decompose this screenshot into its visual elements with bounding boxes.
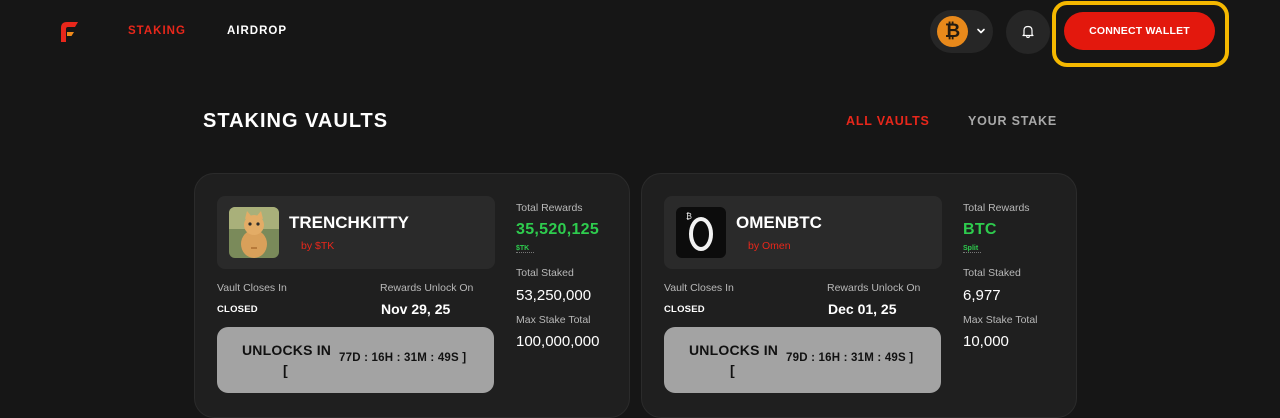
token-header: ₿ OMENBTC by Omen [664,196,942,269]
vault-status: CLOSED [664,304,705,315]
svg-text:₿: ₿ [686,212,692,221]
reward-unit: $TK [516,245,530,252]
bitcoin-icon: ₿ [937,16,968,47]
nav-airdrop-link[interactable]: AIRDROP [227,25,287,37]
max-stake-label: Max Stake Total [963,314,1038,326]
connect-wallet-button[interactable]: CONNECT WALLET [1064,12,1215,50]
total-staked-label: Total Staked [963,267,1021,279]
trenchkitty-avatar [229,207,279,258]
total-rewards-value: BTC [963,221,997,238]
rewards-unlock-date: Dec 01, 25 [828,301,897,317]
unlock-countdown: UNLOCKS IN [ 77D : 16H : 31M : 49S ] [217,327,494,393]
total-staked-label: Total Staked [516,267,574,279]
vault-closes-label: Vault Closes In [664,282,734,294]
max-stake-value: 100,000,000 [516,333,600,350]
chevron-down-icon [977,28,985,34]
unlock-bracket: [ [730,362,735,378]
total-staked-value: 6,977 [963,287,1001,304]
total-rewards-value: 35,520,125 [516,221,600,238]
divider [516,252,534,253]
bell-icon [1022,25,1034,39]
brand-logo[interactable] [58,19,80,43]
page-title: STAKING VAULTS [203,110,389,132]
vault-name: TRENCHKITTY [289,213,409,232]
vault-creator[interactable]: by $TK [301,240,334,252]
vault-creator[interactable]: by Omen [748,240,791,252]
unlock-timer: 79D : 16H : 31M : 49S ] [786,352,914,364]
vault-card-trenchkitty[interactable]: TRENCHKITTY by $TK Vault Closes In CLOSE… [194,173,630,418]
omenbtc-avatar: ₿ [676,207,726,258]
vault-name: OMENBTC [736,213,822,232]
bitcoin-symbol: ₿ [944,21,961,42]
unlock-title: UNLOCKS IN [242,342,332,358]
chain-selector[interactable]: ₿ [930,10,993,53]
max-stake-label: Max Stake Total [516,314,591,326]
tab-your-stake[interactable]: YOUR STAKE [968,114,1057,128]
unlock-timer: 77D : 16H : 31M : 49S ] [339,352,467,364]
rewards-unlock-label: Rewards Unlock On [380,282,474,294]
total-staked-value: 53,250,000 [516,287,592,304]
rewards-unlock-label: Rewards Unlock On [827,282,921,294]
unlock-title: UNLOCKS IN [689,342,779,358]
divider [963,252,981,253]
vault-status: CLOSED [217,304,258,315]
nav-staking-link[interactable]: STAKING [128,25,186,37]
total-rewards-label: Total Rewards [963,202,1030,214]
vault-closes-label: Vault Closes In [217,282,287,294]
total-rewards-label: Total Rewards [516,202,583,214]
rewards-unlock-date: Nov 29, 25 [381,301,451,317]
token-header: TRENCHKITTY by $TK [217,196,495,269]
unlock-bracket: [ [283,362,288,378]
tab-all-vaults[interactable]: ALL VAULTS [846,114,930,128]
unlock-countdown: UNLOCKS IN [ 79D : 16H : 31M : 49S ] [664,327,941,393]
max-stake-value: 10,000 [963,333,1009,350]
vault-card-omenbtc[interactable]: ₿ OMENBTC by Omen Vault Closes In CLOSED… [641,173,1077,418]
reward-unit: Split [963,245,979,252]
notifications-button[interactable] [1006,10,1050,54]
